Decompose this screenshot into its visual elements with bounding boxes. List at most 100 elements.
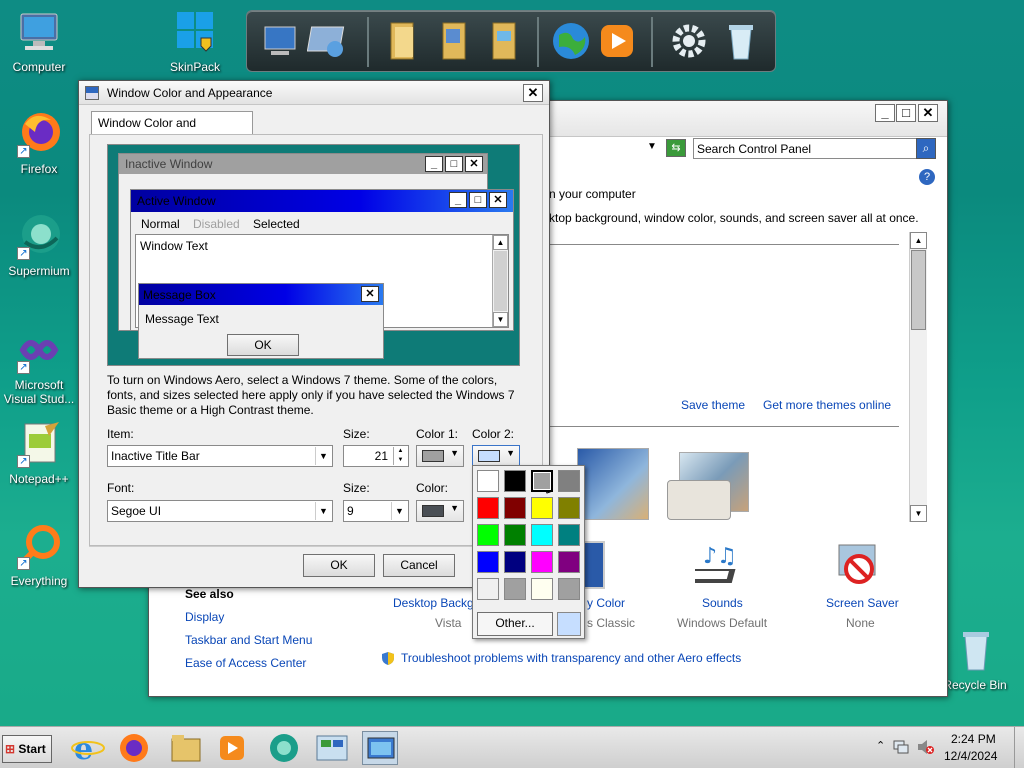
color-swatch[interactable] <box>531 524 553 546</box>
theme-thumbnail-1[interactable] <box>577 448 649 520</box>
search-icon[interactable]: ⌕ <box>916 138 936 159</box>
computer-icon[interactable] <box>263 19 307 63</box>
font-size-label: Size: <box>343 481 370 495</box>
help-icon[interactable]: ? <box>919 169 935 185</box>
internet-icon[interactable] <box>549 19 593 63</box>
ease-of-access-link[interactable]: Ease of Access Center <box>185 656 306 670</box>
color-swatch[interactable] <box>477 551 499 573</box>
chevron-down-icon: ▼ <box>315 502 331 520</box>
network-icon[interactable] <box>306 19 351 63</box>
media-player-icon[interactable] <box>595 19 639 63</box>
window-color-task-icon[interactable] <box>362 731 398 765</box>
color-swatch[interactable] <box>504 497 526 519</box>
window-color-title[interactable]: y Color <box>587 596 625 610</box>
desktop-icon-skinpack[interactable]: SkinPack <box>158 8 232 74</box>
font-select[interactable]: Segoe UI ▼ <box>107 500 333 522</box>
color-swatch[interactable] <box>504 470 526 492</box>
color-swatch[interactable] <box>558 551 580 573</box>
clock-time[interactable]: 2:24 PM <box>951 732 996 746</box>
control-panel-icon[interactable] <box>314 731 350 765</box>
maximize-button[interactable]: □ <box>896 104 916 122</box>
desktop-icon-visual-studio[interactable]: ↗ Microsoft Visual Stud... <box>2 326 76 406</box>
item-select[interactable]: Inactive Title Bar ▼ <box>107 445 333 467</box>
intro-line1: n your computer <box>549 187 636 201</box>
color-swatch[interactable] <box>477 497 499 519</box>
window-color-icon <box>85 86 99 100</box>
color-swatch[interactable] <box>504 524 526 546</box>
color-swatch[interactable] <box>504 551 526 573</box>
size-spinner[interactable]: 21 ▲ ▼ <box>343 445 409 467</box>
pictures-icon[interactable] <box>483 19 527 63</box>
ok-button[interactable]: OK <box>303 554 375 577</box>
minimize-button[interactable]: _ <box>875 104 895 122</box>
address-dropdown-icon[interactable]: ▼ <box>647 141 657 152</box>
screen-saver-icon[interactable] <box>833 541 883 591</box>
dialog-close-button[interactable]: ✕ <box>523 84 543 102</box>
refresh-icon[interactable]: ⇆ <box>666 139 686 157</box>
desktop-icon-label: Notepad++ <box>9 472 69 486</box>
show-desktop-button[interactable] <box>1014 727 1024 768</box>
color-swatch[interactable] <box>504 578 526 600</box>
desktop-icon-recycle-bin[interactable]: Recycle Bin <box>938 626 1012 692</box>
chevron-up-icon[interactable]: ⌃ <box>876 739 885 752</box>
firefox-icon[interactable] <box>116 731 152 765</box>
cancel-button[interactable]: Cancel <box>383 554 455 577</box>
font-color-button[interactable]: ▼ <box>416 500 464 522</box>
color1-button[interactable]: ▼ <box>416 445 464 467</box>
save-theme-link[interactable]: Save theme <box>681 398 745 412</box>
desktop-icon-everything[interactable]: ↗ Everything <box>2 522 76 588</box>
supermium-icon[interactable] <box>266 731 302 765</box>
screen-saver-title[interactable]: Screen Saver <box>826 596 899 610</box>
desktop-background-title[interactable]: Desktop Backg <box>393 596 474 610</box>
get-more-themes-link[interactable]: Get more themes online <box>763 398 891 412</box>
window-color-sub: s Classic <box>587 616 636 630</box>
color-swatch[interactable] <box>477 470 499 492</box>
search-input[interactable]: Search Control Panel <box>693 138 917 159</box>
color2-button[interactable]: ▼ <box>472 445 520 467</box>
color-swatch[interactable] <box>477 578 499 600</box>
preview-msgbox-title: Message Box <box>143 288 216 302</box>
desktop-icon-firefox[interactable]: ↗ Firefox <box>2 110 76 176</box>
desktop-icon-supermium[interactable]: ↗ Supermium <box>2 212 76 278</box>
color-swatch[interactable] <box>531 578 553 600</box>
color-swatch[interactable] <box>477 524 499 546</box>
file-explorer-icon[interactable] <box>168 731 204 765</box>
close-button[interactable]: ✕ <box>918 104 938 122</box>
tab-window-color[interactable]: Window Color and Appearance <box>91 111 253 152</box>
scrollbar[interactable]: ▲ ▼ <box>909 232 927 522</box>
screen-saver-sub: None <box>846 616 875 630</box>
theme-thumbnail-3[interactable] <box>667 480 731 520</box>
sounds-title[interactable]: Sounds <box>702 596 743 610</box>
color-swatch[interactable] <box>531 470 553 492</box>
trash-icon[interactable] <box>719 19 763 63</box>
color-swatch[interactable] <box>558 578 580 600</box>
spinner-arrows-icon[interactable]: ▲ ▼ <box>393 447 407 465</box>
desktop-icon-computer[interactable]: Computer <box>2 8 76 74</box>
firefox-icon: ↗ <box>15 110 63 158</box>
color-swatch[interactable] <box>531 497 553 519</box>
color-swatch[interactable] <box>558 470 580 492</box>
internet-explorer-icon[interactable]: e <box>70 731 106 767</box>
display-link[interactable]: Display <box>185 610 224 624</box>
see-also-title: See also <box>185 587 234 601</box>
gear-icon[interactable] <box>667 19 711 63</box>
troubleshoot-link[interactable]: Troubleshoot problems with transparency … <box>401 651 741 665</box>
supermium-icon: ↗ <box>15 212 63 260</box>
desktop-icon-notepadpp[interactable]: ↗ Notepad++ <box>2 420 76 486</box>
sounds-icon[interactable]: ♪♫ <box>687 541 747 591</box>
color-swatch[interactable] <box>531 551 553 573</box>
taskbar-link[interactable]: Taskbar and Start Menu <box>185 633 312 647</box>
other-colors-button[interactable]: Other... <box>477 612 553 636</box>
documents-icon[interactable] <box>433 19 477 63</box>
folder-icon[interactable] <box>381 19 425 63</box>
color-swatch[interactable] <box>558 524 580 546</box>
volume-muted-icon[interactable] <box>917 739 935 755</box>
media-player-icon[interactable] <box>214 731 250 765</box>
start-button[interactable]: ⊞ Start <box>2 735 52 763</box>
font-size-select[interactable]: 9 ▼ <box>343 500 409 522</box>
font-color-swatch <box>422 505 444 517</box>
preview-ok-button: OK <box>227 334 299 356</box>
network-tray-icon[interactable] <box>893 739 909 755</box>
clock-date[interactable]: 12/4/2024 <box>944 749 997 763</box>
color-swatch[interactable] <box>558 497 580 519</box>
